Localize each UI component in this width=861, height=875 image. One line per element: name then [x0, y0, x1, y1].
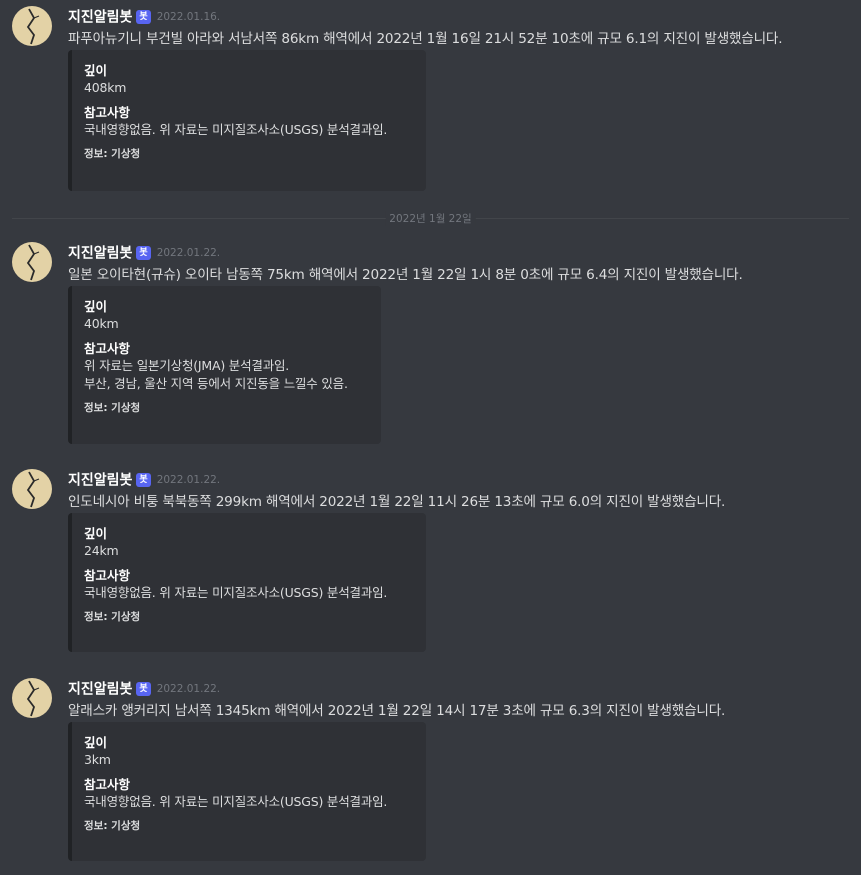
- crack-icon: [26, 680, 40, 717]
- embed-footer: 정보: 기상청: [84, 402, 141, 414]
- timestamp: 2022.01.16.: [156, 10, 221, 23]
- embed: 깊이 40km 참고사항 위 자료는 일본기상청(JMA) 분석결과임. 부산,…: [68, 286, 381, 444]
- crack-icon: [26, 471, 40, 508]
- message-content: 일본 오이타현(규슈) 오이타 남동쪽 75km 해역에서 2022년 1월 2…: [68, 267, 743, 283]
- embed-field-note: 참고사항 국내영향없음. 위 자료는 미지질조사소(USGS) 분석결과임.: [84, 105, 414, 139]
- field-name: 참고사항: [84, 568, 131, 583]
- bot-tag: 봇: [136, 472, 151, 487]
- timestamp: 2022.01.22.: [156, 246, 221, 259]
- embed-footer: 정보: 기상청: [84, 820, 141, 832]
- message-header: 지진알림봇 봇 2022.01.22.: [68, 678, 220, 698]
- field-value: 3km: [84, 752, 111, 767]
- embed: 깊이 408km 참고사항 국내영향없음. 위 자료는 미지질조사소(USGS)…: [68, 50, 426, 191]
- field-name: 참고사항: [84, 341, 131, 356]
- bot-tag: 봇: [136, 9, 151, 24]
- field-value: 부산, 경남, 울산 지역 등에서 지진동을 느낄수 있음.: [84, 376, 348, 391]
- embed-footer: 정보: 기상청: [84, 148, 141, 160]
- message-content: 파푸아뉴기니 부건빌 아라와 서남서쪽 86km 해역에서 2022년 1월 1…: [68, 31, 783, 47]
- field-name: 참고사항: [84, 777, 131, 792]
- embed-field-depth: 깊이 3km: [84, 735, 414, 769]
- avatar[interactable]: [12, 678, 52, 718]
- field-value: 40km: [84, 316, 119, 331]
- date-divider: 2022년 1월 22일: [12, 211, 849, 226]
- username[interactable]: 지진알림봇: [68, 473, 132, 489]
- embed: 깊이 24km 참고사항 국내영향없음. 위 자료는 미지질조사소(USGS) …: [68, 513, 426, 652]
- message-content: 알래스카 앵커리지 남서쪽 1345km 해역에서 2022년 1월 22일 1…: [68, 703, 726, 719]
- field-name: 깊이: [84, 63, 108, 78]
- field-value: 408km: [84, 80, 127, 95]
- avatar[interactable]: [12, 242, 52, 282]
- timestamp: 2022.01.22.: [156, 682, 221, 695]
- avatar[interactable]: [12, 6, 52, 46]
- bot-tag: 봇: [136, 681, 151, 696]
- message-header: 지진알림봇 봇 2022.01.22.: [68, 469, 220, 489]
- embed-field-note: 참고사항 위 자료는 일본기상청(JMA) 분석결과임. 부산, 경남, 울산 …: [84, 341, 369, 393]
- field-name: 깊이: [84, 526, 108, 541]
- field-value: 위 자료는 일본기상청(JMA) 분석결과임.: [84, 358, 290, 373]
- embed-footer: 정보: 기상청: [84, 611, 141, 623]
- embed-field-note: 참고사항 국내영향없음. 위 자료는 미지질조사소(USGS) 분석결과임.: [84, 568, 414, 602]
- username[interactable]: 지진알림봇: [68, 10, 132, 26]
- field-value: 국내영향없음. 위 자료는 미지질조사소(USGS) 분석결과임.: [84, 122, 388, 137]
- embed-field-note: 참고사항 국내영향없음. 위 자료는 미지질조사소(USGS) 분석결과임.: [84, 777, 414, 811]
- username[interactable]: 지진알림봇: [68, 682, 132, 698]
- field-name: 깊이: [84, 735, 108, 750]
- date-divider-label: 2022년 1월 22일: [385, 211, 476, 226]
- field-value: 24km: [84, 543, 119, 558]
- timestamp: 2022.01.22.: [156, 473, 221, 486]
- field-name: 깊이: [84, 299, 108, 314]
- crack-icon: [26, 244, 40, 281]
- bot-tag: 봇: [136, 245, 151, 260]
- embed: 깊이 3km 참고사항 국내영향없음. 위 자료는 미지질조사소(USGS) 분…: [68, 722, 426, 861]
- message-header: 지진알림봇 봇 2022.01.22.: [68, 242, 220, 262]
- message-header: 지진알림봇 봇 2022.01.16.: [68, 6, 220, 26]
- avatar[interactable]: [12, 469, 52, 509]
- field-value: 국내영향없음. 위 자료는 미지질조사소(USGS) 분석결과임.: [84, 794, 388, 809]
- crack-icon: [26, 8, 40, 45]
- embed-field-depth: 깊이 40km: [84, 299, 369, 333]
- embed-field-depth: 깊이 24km: [84, 526, 414, 560]
- embed-field-depth: 깊이 408km: [84, 63, 414, 97]
- field-value: 국내영향없음. 위 자료는 미지질조사소(USGS) 분석결과임.: [84, 585, 388, 600]
- message-content: 인도네시아 비퉁 북북동쪽 299km 해역에서 2022년 1월 22일 11…: [68, 494, 726, 510]
- field-name: 참고사항: [84, 105, 131, 120]
- username[interactable]: 지진알림봇: [68, 246, 132, 262]
